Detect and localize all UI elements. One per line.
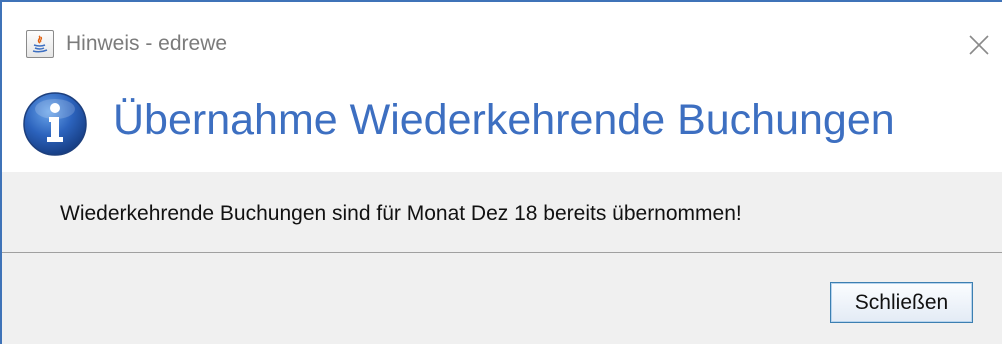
dialog-heading: Übernahme Wiederkehrende Buchungen xyxy=(113,96,895,144)
separator xyxy=(2,252,1002,253)
dialog-content: Wiederkehrende Buchungen sind für Monat … xyxy=(2,172,1002,344)
title-bar[interactable]: Hinweis - edrewe xyxy=(2,2,1002,80)
message-text: Wiederkehrende Buchungen sind für Monat … xyxy=(60,202,742,225)
info-icon xyxy=(22,91,88,157)
window-title: Hinweis - edrewe xyxy=(66,32,228,55)
close-button[interactable]: Schließen xyxy=(830,282,973,323)
java-app-icon xyxy=(26,30,54,58)
dialog-window: Hinweis - edrewe Übernahme Wiederkehrend… xyxy=(0,0,1002,344)
close-icon[interactable] xyxy=(962,28,996,62)
dialog-header: Übernahme Wiederkehrende Buchungen xyxy=(2,80,1002,172)
